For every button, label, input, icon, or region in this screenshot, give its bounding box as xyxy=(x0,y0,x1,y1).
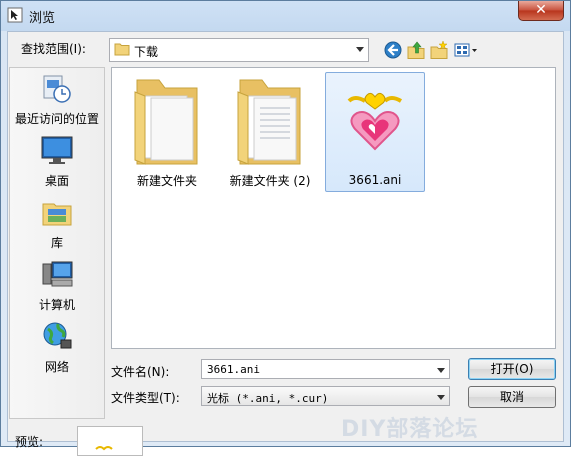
filename-input[interactable]: 3661.ani xyxy=(201,359,450,379)
network-icon xyxy=(43,322,72,349)
place-label: 桌面 xyxy=(44,174,69,188)
folder-icon xyxy=(114,43,130,56)
cancel-button[interactable]: 取消 xyxy=(468,386,556,408)
cursor-app-icon xyxy=(7,7,23,23)
chevron-down-icon[interactable] xyxy=(437,395,445,400)
watermark: DIY部落论坛 xyxy=(341,417,479,442)
look-in-dropdown[interactable]: 下载 xyxy=(109,38,369,62)
file-list: 新建文件夹 新建文件夹 (2) 3661.ani xyxy=(111,67,556,349)
place-label: 网络 xyxy=(44,360,69,374)
browse-dialog: 浏览 ✕ 查找范围(I): 下载 最近访问的位置 桌面 库 计算机 网络 新建文… xyxy=(0,0,571,456)
file-label: 3661.ani xyxy=(348,173,402,187)
animated-cursor-icon xyxy=(347,92,403,151)
close-button[interactable]: ✕ xyxy=(518,1,564,21)
chevron-down-icon[interactable] xyxy=(356,47,364,52)
libraries-icon xyxy=(42,203,72,226)
file-item-folder-1[interactable]: 新建文件夹 xyxy=(117,72,217,192)
look-in-value: 下载 xyxy=(134,45,159,59)
filetype-select[interactable]: 光标 (*.ani, *.cur) xyxy=(201,386,450,406)
place-recent[interactable]: 最近访问的位置 xyxy=(10,72,104,127)
file-label: 新建文件夹 xyxy=(136,174,197,188)
file-label: 新建文件夹 (2) xyxy=(229,174,311,188)
place-label: 库 xyxy=(50,236,63,250)
back-icon[interactable] xyxy=(383,40,403,60)
filename-value: 3661.ani xyxy=(207,363,260,376)
filetype-label: 文件类型(T): xyxy=(111,391,180,405)
desktop-icon xyxy=(41,136,73,164)
recent-places-icon xyxy=(43,75,71,103)
preview-label: 预览: xyxy=(15,435,44,449)
place-label: 计算机 xyxy=(38,298,75,312)
new-folder-icon[interactable] xyxy=(429,40,449,60)
computer-icon xyxy=(42,261,73,287)
title-bar[interactable]: 浏览 ✕ xyxy=(1,1,570,29)
places-bar: 最近访问的位置 桌面 库 计算机 网络 xyxy=(9,67,105,419)
open-button[interactable]: 打开(O) xyxy=(468,358,556,380)
up-folder-icon[interactable] xyxy=(406,40,426,60)
preview-pane xyxy=(77,426,143,456)
place-libraries[interactable]: 库 xyxy=(10,196,104,251)
chevron-down-icon[interactable] xyxy=(437,368,445,373)
window-title: 浏览 xyxy=(29,11,56,26)
folder-icon xyxy=(134,79,198,165)
view-menu-icon[interactable] xyxy=(453,40,479,60)
place-label: 最近访问的位置 xyxy=(14,112,99,126)
look-in-label: 查找范围(I): xyxy=(21,42,86,56)
place-computer[interactable]: 计算机 xyxy=(10,258,104,313)
filetype-value: 光标 (*.ani, *.cur) xyxy=(207,392,329,405)
filename-label: 文件名(N): xyxy=(111,365,170,379)
folder-icon xyxy=(237,79,301,165)
place-desktop[interactable]: 桌面 xyxy=(10,134,104,189)
place-network[interactable]: 网络 xyxy=(10,320,104,375)
file-item-folder-2[interactable]: 新建文件夹 (2) xyxy=(220,72,320,192)
file-item-3661-ani[interactable]: 3661.ani xyxy=(325,72,425,192)
preview-cursor-icon xyxy=(95,446,113,451)
